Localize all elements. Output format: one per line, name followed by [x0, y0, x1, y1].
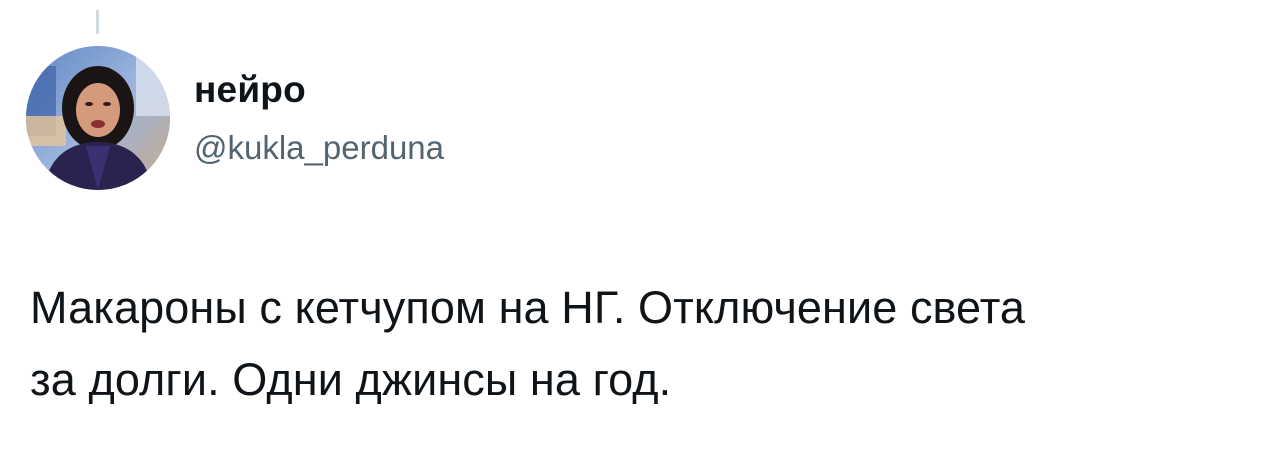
tweet-text-line: Макароны с кетчупом на НГ. Отключение св…: [30, 282, 1026, 333]
author-display-name[interactable]: нейро: [194, 68, 306, 112]
tweet-text-line: за долги. Одни джинсы на год.: [30, 354, 672, 405]
tweet-text: Макароны с кетчупом на НГ. Отключение св…: [30, 272, 1260, 416]
avatar[interactable]: [26, 46, 170, 190]
author-handle[interactable]: @kukla_perduna: [194, 128, 444, 168]
thread-connector-line: [96, 10, 99, 34]
profile-photo-icon: [26, 46, 170, 190]
